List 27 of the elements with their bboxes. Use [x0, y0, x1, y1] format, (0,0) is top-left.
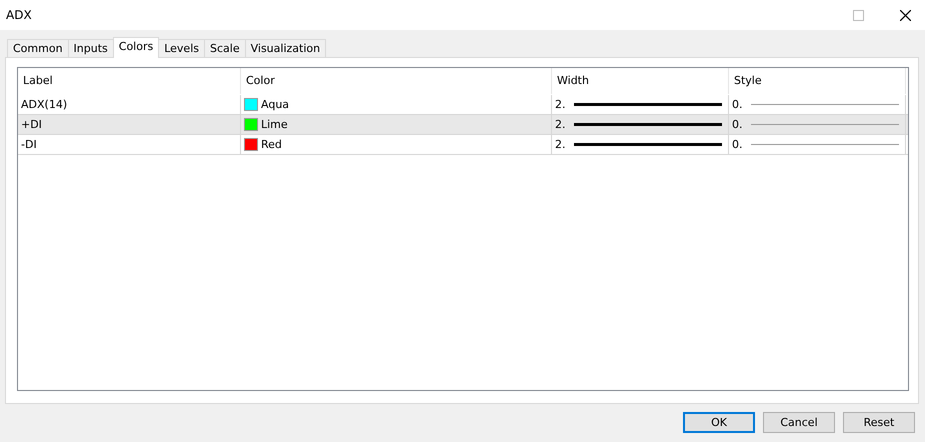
table-cell: Lime [261, 118, 288, 131]
table-cell: -DI [21, 138, 37, 151]
table-cell: 0. [732, 138, 742, 151]
column-header[interactable]: Label [18, 68, 241, 94]
close-icon[interactable] [900, 10, 911, 20]
column-header[interactable]: Color [241, 68, 552, 94]
table-cell: 2. [555, 98, 566, 111]
table-row[interactable]: -DI Red 2. 0. [18, 135, 908, 155]
table-cell: Red [261, 138, 282, 151]
table-cell: Aqua [261, 98, 290, 111]
column-header[interactable]: Width [552, 68, 729, 94]
table-cell: 2. [555, 118, 566, 131]
window-title: ADX [6, 8, 32, 22]
tab[interactable]: Colors [112, 37, 160, 58]
dialog-button[interactable]: Reset [843, 412, 915, 433]
table-row[interactable]: +DI Lime 2. 0. [18, 115, 908, 135]
column-header[interactable]: Style [729, 68, 906, 94]
table-cell: ADX(14) [21, 98, 68, 111]
table-cell: 0. [732, 98, 742, 111]
tab[interactable]: Common [7, 39, 69, 57]
table-cell: 0. [732, 118, 742, 131]
table-cell: 2. [555, 138, 566, 151]
dialog-button[interactable]: OK [683, 412, 755, 433]
table-cell: +DI [21, 118, 42, 131]
dialog-button[interactable]: Cancel [763, 412, 835, 433]
tab[interactable]: Inputs [68, 39, 114, 57]
tab[interactable]: Visualization [244, 39, 326, 57]
